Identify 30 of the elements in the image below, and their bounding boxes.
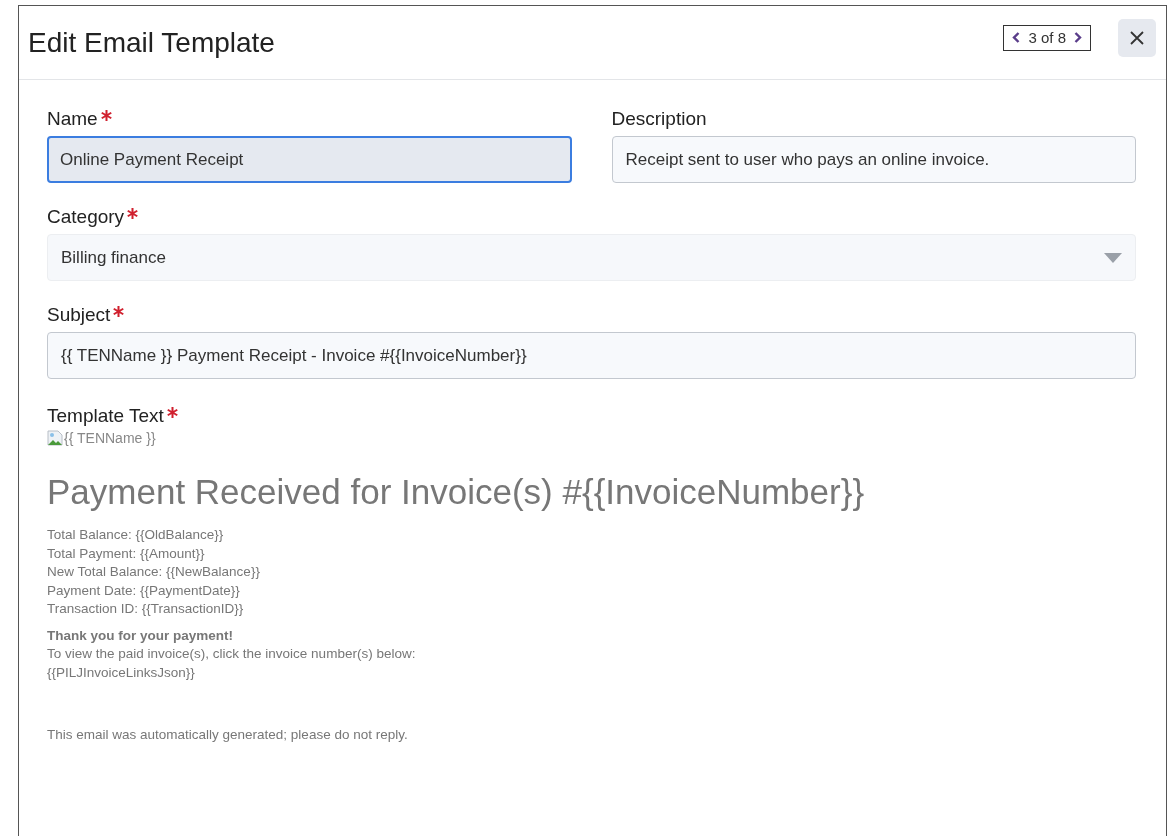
broken-image-icon [47, 430, 63, 446]
close-button[interactable] [1118, 18, 1156, 57]
dialog-title: Edit Email Template [28, 26, 276, 59]
text-input-field[interactable]: Online Payment Receipt [47, 136, 572, 183]
field-label: Subject [47, 304, 111, 326]
footer-note: This email was automatically generated; please do not reply. [47, 726, 409, 744]
field-label: Category [47, 206, 125, 228]
pager-count: 3 of 8 [1028, 29, 1066, 46]
invoice-links-token: {{PILJInvoiceLinksJson}} [47, 663, 196, 682]
next-button[interactable] [1074, 32, 1082, 43]
summary-line: New Total Balance: {{NewBalance}} [47, 563, 261, 581]
text-input-field[interactable]: {{ TENName }} Payment Receipt - Invoice #{{InvoiceNumber}} [47, 332, 1136, 379]
previous-button[interactable] [1012, 32, 1021, 43]
text-input-field[interactable]: Receipt sent to user who pays an online invoice. [611, 136, 1136, 183]
summary-line: Transaction ID: {{TransactionID}} [47, 600, 245, 618]
chevron-right-icon [1074, 32, 1082, 43]
dropdown-caret-icon [1104, 252, 1122, 263]
field-label: Description [611, 108, 707, 130]
chevron-left-icon [1012, 32, 1021, 43]
thanks-text: Thank you for your payment! [47, 626, 235, 645]
summary-line: Total Balance: {{OldBalance}} [47, 526, 225, 544]
summary-line: Payment Date: {{PaymentDate}} [47, 581, 241, 600]
image-alt-text: {{ TENName }} [64, 430, 156, 446]
field-label: Template Text [47, 405, 164, 427]
instruction-text: To view the paid invoice(s), click the invoice number(s) below: [47, 645, 417, 663]
category-dropdown[interactable]: Billing finance [47, 234, 1136, 281]
email-heading: Payment Received for Invoice(s) #{{InvoiceNumber}} [47, 472, 866, 512]
field-label: Name [47, 108, 98, 130]
close-icon [1130, 30, 1144, 45]
summary-line: Total Payment: {{Amount}} [47, 544, 206, 563]
